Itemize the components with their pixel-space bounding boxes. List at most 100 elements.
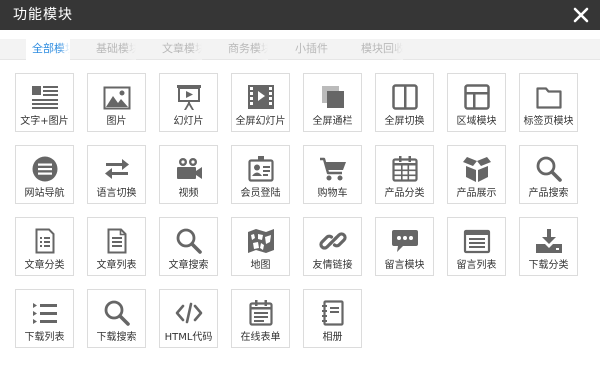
html-code-icon	[173, 298, 205, 328]
module-tile-download-category[interactable]: 下载分类	[519, 217, 578, 276]
map-icon	[245, 226, 277, 256]
site-nav-icon	[29, 154, 61, 184]
product-category-icon	[389, 154, 421, 184]
message-list-icon	[461, 226, 493, 256]
module-tile-image[interactable]: 图片	[87, 73, 146, 132]
module-tile-region[interactable]: 区域模块	[447, 73, 506, 132]
module-label: 在线表单	[240, 332, 281, 343]
module-tile-download-list[interactable]: 下载列表	[15, 289, 74, 348]
module-label: 文字+图片	[20, 116, 69, 127]
module-label: 全屏通栏	[312, 116, 353, 127]
module-tile-html-code[interactable]: HTML代码	[159, 289, 218, 348]
image-icon	[101, 82, 133, 112]
fullscreen-switch-icon	[389, 82, 421, 112]
download-list-icon	[29, 298, 61, 328]
module-label: 网站导航	[24, 188, 65, 199]
module-tile-article-list[interactable]: 文章列表	[87, 217, 146, 276]
module-label: 下载搜索	[96, 332, 137, 343]
module-label: 图片	[106, 116, 127, 127]
product-search-icon	[533, 154, 565, 184]
module-label: 相册	[322, 332, 343, 343]
module-label: 文章分类	[24, 260, 65, 271]
module-label: 购物车	[317, 188, 348, 199]
module-tile-product-category[interactable]: 产品分类	[375, 145, 434, 204]
tab-bar: 全部模块 基础模块 文章模块 商务模块 小插件 模块回收	[0, 30, 600, 61]
fullscreen-slideshow-icon	[245, 82, 277, 112]
module-label: 下载分类	[528, 260, 569, 271]
module-label: 视频	[178, 188, 199, 199]
module-label: 区域模块	[456, 116, 497, 127]
module-tile-video[interactable]: 视频	[159, 145, 218, 204]
tab-all-modules[interactable]: 全部模块	[26, 39, 70, 61]
module-tile-language-switch[interactable]: 语言切换	[87, 145, 146, 204]
module-tile-message-list[interactable]: 留言列表	[447, 217, 506, 276]
article-list-icon	[101, 226, 133, 256]
module-label: 全屏切换	[384, 116, 425, 127]
online-form-icon	[245, 298, 277, 328]
module-label: 友情链接	[312, 260, 353, 271]
module-label: 会员登陆	[240, 188, 281, 199]
module-tile-text-image[interactable]: 文字+图片	[15, 73, 74, 132]
tab-business-modules[interactable]: 商务模块	[228, 42, 268, 60]
slideshow-icon	[173, 82, 205, 112]
download-search-icon	[101, 298, 133, 328]
module-label: HTML代码	[164, 332, 213, 343]
tab-basic-modules[interactable]: 基础模块	[96, 42, 136, 60]
tab-strip: 全部模块 基础模块 文章模块 商务模块 小插件 模块回收	[0, 39, 600, 61]
module-tile-map[interactable]: 地图	[231, 217, 290, 276]
article-category-icon	[29, 226, 61, 256]
module-label: 幻灯片	[173, 116, 204, 127]
module-label: 文章搜索	[168, 260, 209, 271]
text-image-icon	[29, 82, 61, 112]
product-box-icon	[461, 154, 493, 184]
tab-article-modules[interactable]: 文章模块	[162, 42, 202, 60]
dialog-titlebar: 功能模块	[0, 0, 600, 30]
module-label: 留言列表	[456, 260, 497, 271]
module-label: 全屏幻灯片	[235, 116, 286, 127]
fullscreen-banner-icon	[317, 82, 349, 112]
tab-widgets[interactable]: 小插件	[295, 42, 335, 60]
module-grid: 文字+图片 图片 幻灯片 全屏幻灯片 全屏通栏 全屏切换 区域模块 标签页模块 …	[0, 60, 600, 367]
shopping-cart-icon	[317, 154, 349, 184]
download-category-icon	[533, 226, 565, 256]
module-tile-fullscreen-switch[interactable]: 全屏切换	[375, 73, 434, 132]
article-search-icon	[173, 226, 205, 256]
module-tile-site-nav[interactable]: 网站导航	[15, 145, 74, 204]
module-tile-fullscreen-banner[interactable]: 全屏通栏	[303, 73, 362, 132]
module-label: 留言模块	[384, 260, 425, 271]
language-switch-icon	[101, 154, 133, 184]
member-login-icon	[245, 154, 277, 184]
module-tile-slideshow[interactable]: 幻灯片	[159, 73, 218, 132]
module-tile-member-login[interactable]: 会员登陆	[231, 145, 290, 204]
module-tile-online-form[interactable]: 在线表单	[231, 289, 290, 348]
module-tile-shopping-cart[interactable]: 购物车	[303, 145, 362, 204]
module-label: 产品搜索	[528, 188, 569, 199]
video-camera-icon	[173, 154, 205, 184]
module-label: 产品分类	[384, 188, 425, 199]
module-tile-article-category[interactable]: 文章分类	[15, 217, 74, 276]
tab-folder-icon	[533, 82, 565, 112]
region-module-icon	[461, 82, 493, 112]
module-label: 文章列表	[96, 260, 137, 271]
link-icon	[317, 226, 349, 256]
module-tile-friend-links[interactable]: 友情链接	[303, 217, 362, 276]
module-label: 下载列表	[24, 332, 65, 343]
module-label: 产品展示	[456, 188, 497, 199]
photo-album-icon	[317, 298, 349, 328]
module-tile-product-search[interactable]: 产品搜索	[519, 145, 578, 204]
message-bubble-icon	[389, 226, 421, 256]
module-tile-product-display[interactable]: 产品展示	[447, 145, 506, 204]
module-tile-article-search[interactable]: 文章搜索	[159, 217, 218, 276]
module-label: 语言切换	[96, 188, 137, 199]
module-tile-photo-album[interactable]: 相册	[303, 289, 362, 348]
dialog-title: 功能模块	[13, 7, 73, 23]
tab-label: 小插件	[295, 42, 328, 55]
module-tile-download-search[interactable]: 下载搜索	[87, 289, 146, 348]
module-tile-message[interactable]: 留言模块	[375, 217, 434, 276]
close-icon[interactable]	[570, 4, 592, 26]
module-label: 标签页模块	[523, 116, 574, 127]
module-label: 地图	[250, 260, 271, 271]
module-tile-tab-page[interactable]: 标签页模块	[519, 73, 578, 132]
tab-module-recycle[interactable]: 模块回收	[361, 42, 403, 60]
module-tile-fullscreen-slideshow[interactable]: 全屏幻灯片	[231, 73, 290, 132]
